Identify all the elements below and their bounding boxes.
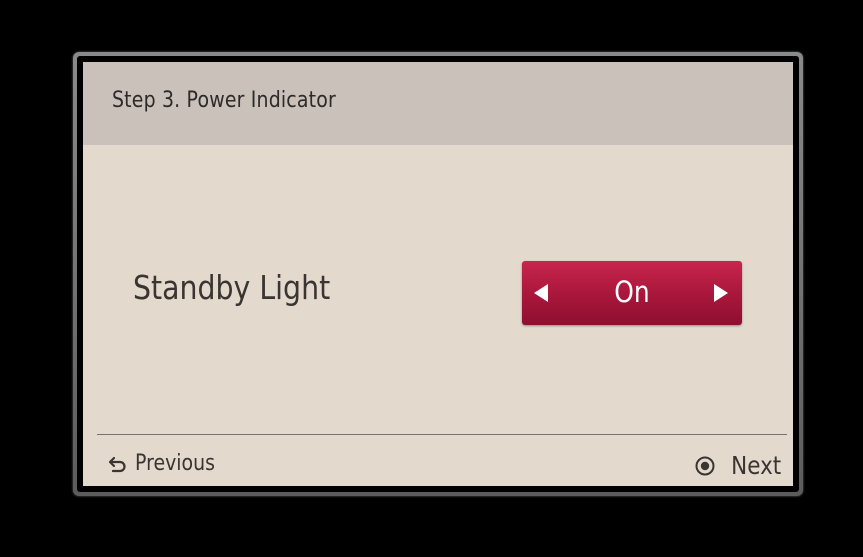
standby-light-selector[interactable]: On bbox=[522, 261, 742, 325]
tv-screen: Step 3. Power Indicator Standby Light On… bbox=[0, 0, 863, 557]
setup-dialog-frame: Step 3. Power Indicator Standby Light On… bbox=[73, 52, 803, 496]
standby-light-value: On bbox=[614, 275, 650, 309]
setup-dialog-border: Step 3. Power Indicator Standby Light On… bbox=[77, 56, 799, 492]
previous-label: Previous bbox=[135, 451, 215, 476]
next-label: Next bbox=[730, 451, 781, 480]
back-icon bbox=[108, 456, 126, 472]
next-button[interactable]: Next bbox=[695, 451, 781, 480]
dialog-title: Step 3. Power Indicator bbox=[112, 88, 336, 113]
footer-divider bbox=[97, 434, 787, 435]
ok-button-icon bbox=[695, 456, 715, 475]
arrow-right-icon[interactable] bbox=[714, 284, 728, 302]
standby-light-label: Standby Light bbox=[133, 268, 331, 307]
previous-button[interactable]: Previous bbox=[107, 451, 228, 476]
setup-dialog: Step 3. Power Indicator Standby Light On… bbox=[83, 62, 793, 486]
dialog-header: Step 3. Power Indicator bbox=[83, 62, 793, 145]
